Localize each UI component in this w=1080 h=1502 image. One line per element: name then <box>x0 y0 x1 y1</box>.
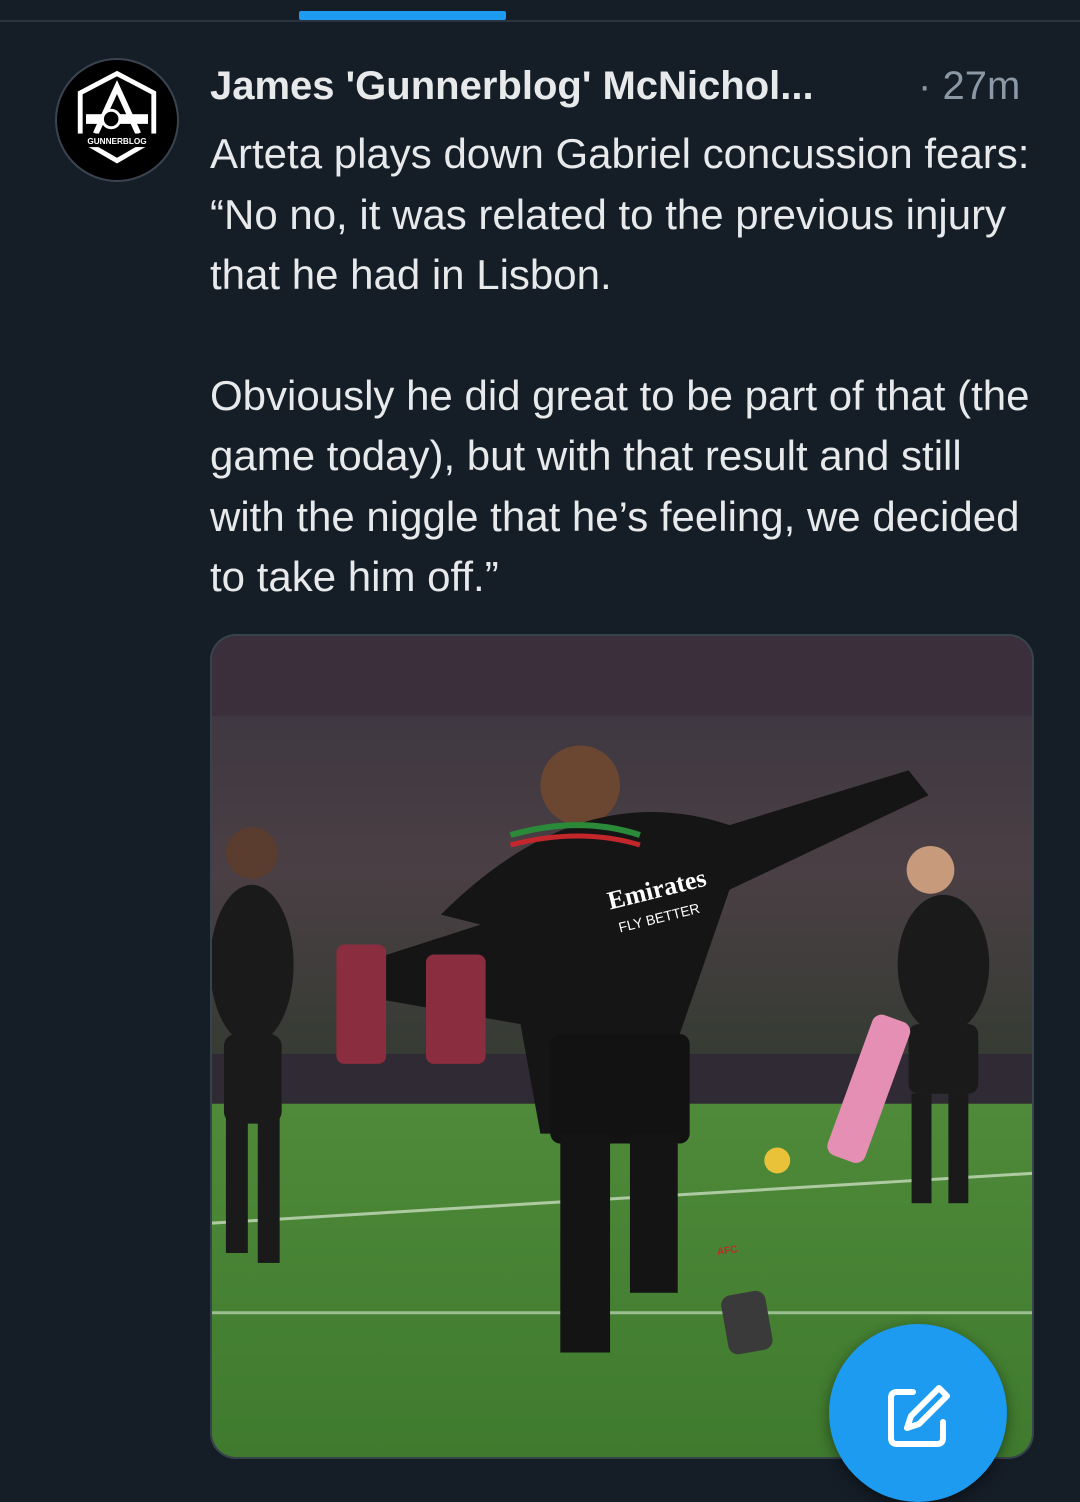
post-text-paragraph: Obviously he did great to be part of tha… <box>210 371 1030 601</box>
author-name[interactable]: James 'Gunnerblog' McNichol... <box>210 64 910 109</box>
tab-strip <box>0 0 1080 22</box>
post-card[interactable]: GUNNERBLOG James 'Gunnerblog' McNichol..… <box>0 22 1080 1469</box>
compose-icon <box>883 1382 953 1452</box>
active-tab-indicator <box>299 11 506 20</box>
timestamp-separator: · <box>918 64 932 108</box>
post-timestamp: · 27m <box>918 64 1020 109</box>
gunnerblog-logo-icon: GUNNERBLOG <box>58 61 176 179</box>
post-text-paragraph: Arteta plays down Gabriel concussion fea… <box>210 130 1030 298</box>
avatar-logo-text: GUNNERBLOG <box>87 137 146 146</box>
post-text: Arteta plays down Gabriel concussion fea… <box>210 124 1040 608</box>
compose-button[interactable] <box>829 1324 1007 1502</box>
avatar[interactable]: GUNNERBLOG <box>55 58 179 182</box>
timestamp-value: 27m <box>942 64 1021 108</box>
